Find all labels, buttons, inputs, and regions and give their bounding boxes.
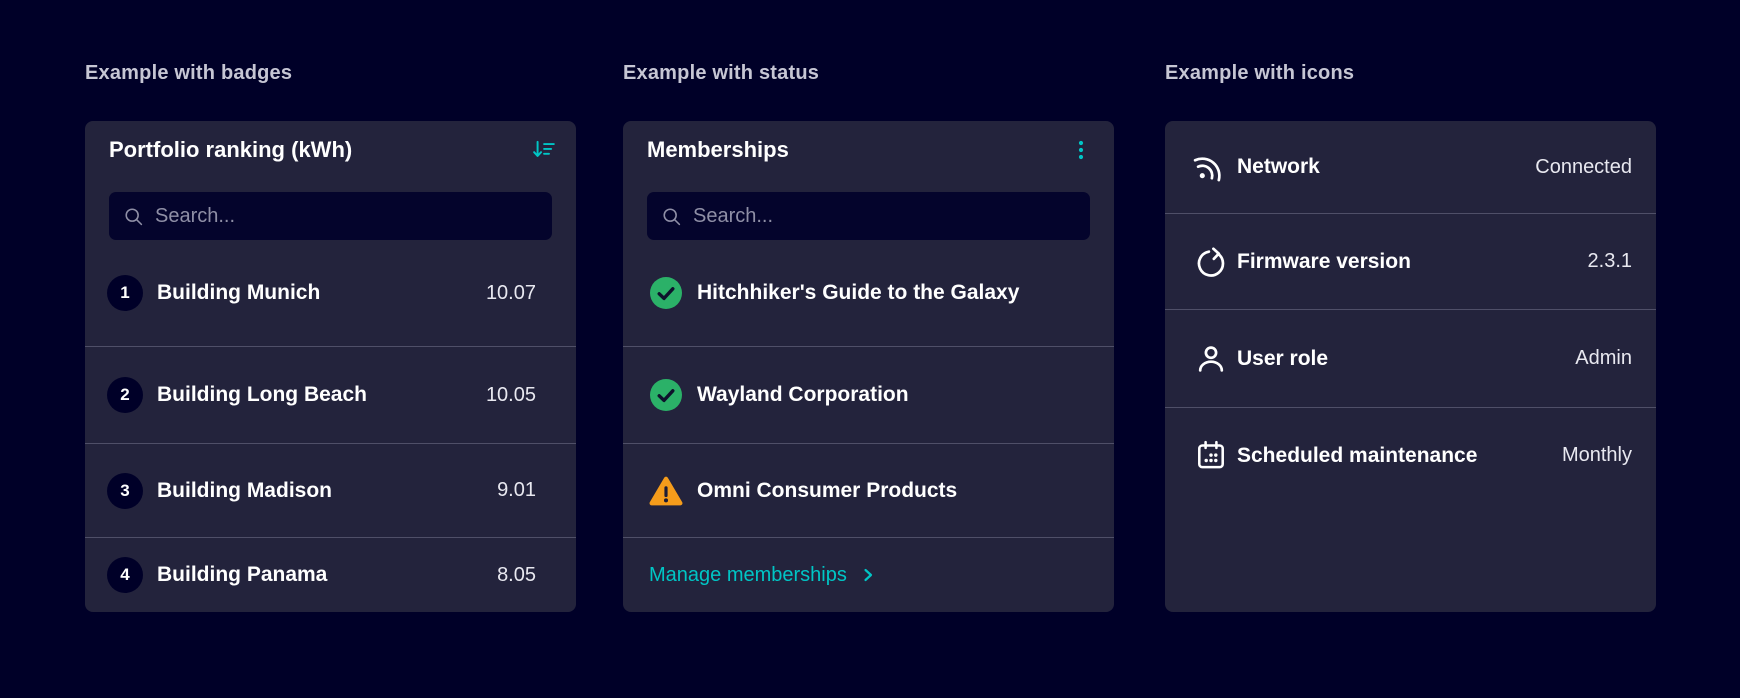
memberships-card: Memberships Search... Hitchhiker's Guide… bbox=[623, 121, 1114, 612]
user-icon bbox=[1193, 341, 1229, 377]
portfolio-ranking-card: Portfolio ranking (kWh) Search... 1 Buil… bbox=[85, 121, 576, 612]
item-label: User role bbox=[1237, 346, 1329, 370]
list-item[interactable]: 4 Building Panama 8.05 bbox=[85, 537, 576, 612]
firmware-icon bbox=[1193, 244, 1229, 280]
item-value: 10.07 bbox=[485, 281, 536, 304]
card-title: Portfolio ranking (kWh) bbox=[109, 137, 353, 162]
search-field bbox=[647, 192, 1090, 240]
kebab-menu-button[interactable] bbox=[1066, 135, 1096, 165]
card-empty-area bbox=[1165, 503, 1656, 612]
card-title: Memberships bbox=[647, 137, 789, 162]
list-item: Firmware version 2.3.1 bbox=[1165, 213, 1656, 309]
list-item[interactable]: Hitchhiker's Guide to the Galaxy bbox=[623, 240, 1114, 346]
item-value: Connected bbox=[1535, 155, 1632, 178]
ranking-list: 1 Building Munich 10.07 2 Building Long … bbox=[85, 240, 576, 612]
memberships-list: Hitchhiker's Guide to the Galaxy Wayland… bbox=[623, 240, 1114, 612]
network-icon bbox=[1193, 149, 1229, 185]
search-icon bbox=[123, 206, 144, 227]
item-label: Network bbox=[1237, 155, 1320, 178]
section-heading: Example with badges bbox=[85, 62, 293, 84]
item-label: Building Panama bbox=[157, 563, 328, 586]
item-label: Hitchhiker's Guide to the Galaxy bbox=[697, 281, 1020, 304]
rank-badge: 2 bbox=[107, 377, 143, 413]
info-list: Network Connected Firmware version 2.3.1 bbox=[1165, 121, 1656, 612]
list-item: Network Connected bbox=[1165, 121, 1656, 213]
item-value: Admin bbox=[1575, 347, 1632, 369]
section-icons: Example with icons Network Connected Fir… bbox=[1165, 0, 1656, 698]
section-heading: Example with status bbox=[623, 62, 820, 84]
kebab-menu-icon bbox=[1069, 138, 1093, 162]
item-value: 2.3.1 bbox=[1587, 250, 1632, 272]
list-item[interactable]: Omni Consumer Products bbox=[623, 443, 1114, 537]
item-label: Firmware version bbox=[1237, 249, 1411, 273]
item-value: 9.01 bbox=[497, 479, 536, 501]
check-circle-icon bbox=[649, 379, 683, 411]
calendar-icon bbox=[1193, 438, 1229, 474]
item-value: 8.05 bbox=[497, 563, 536, 586]
item-label: Building Madison bbox=[157, 478, 332, 502]
item-label: Wayland Corporation bbox=[697, 383, 909, 406]
sort-button[interactable] bbox=[528, 135, 558, 165]
search-input[interactable] bbox=[693, 204, 1076, 228]
rank-badge: 1 bbox=[107, 275, 143, 311]
chevron-right-icon bbox=[860, 567, 876, 583]
card-header: Memberships bbox=[623, 121, 1114, 179]
section-badges: Example with badges Portfolio ranking (k… bbox=[85, 0, 576, 698]
list-item: User role Admin bbox=[1165, 309, 1656, 407]
rank-badge: 4 bbox=[107, 557, 143, 593]
section-status: Example with status Memberships Search..… bbox=[623, 0, 1114, 698]
check-circle-icon bbox=[649, 277, 683, 309]
item-value: Monthly bbox=[1561, 444, 1632, 466]
item-label: Scheduled maintenance bbox=[1237, 443, 1478, 467]
section-heading: Example with icons bbox=[1165, 62, 1355, 84]
list-item[interactable]: 1 Building Munich 10.07 bbox=[85, 240, 576, 346]
item-label: Omni Consumer Products bbox=[697, 478, 958, 502]
page: Example with badges Portfolio ranking (k… bbox=[0, 0, 1740, 698]
list-item: Scheduled maintenance Monthly bbox=[1165, 407, 1656, 503]
item-label: Building Long Beach bbox=[157, 383, 367, 406]
list-item[interactable]: Wayland Corporation bbox=[623, 346, 1114, 443]
list-item[interactable]: 2 Building Long Beach 10.05 bbox=[85, 346, 576, 443]
manage-memberships-link[interactable]: Manage memberships bbox=[649, 564, 876, 587]
search-icon bbox=[661, 206, 682, 227]
item-value: 10.05 bbox=[485, 383, 536, 406]
device-info-card: Network Connected Firmware version 2.3.1 bbox=[1165, 121, 1656, 612]
item-label: Building Munich bbox=[157, 281, 321, 304]
card-header: Portfolio ranking (kWh) bbox=[85, 121, 576, 179]
link-label: Manage memberships bbox=[649, 563, 847, 586]
search-input[interactable] bbox=[155, 204, 538, 228]
list-item[interactable]: 3 Building Madison 9.01 bbox=[85, 443, 576, 537]
search-field bbox=[109, 192, 552, 240]
rank-badge: 3 bbox=[107, 472, 143, 509]
sort-descending-icon bbox=[530, 137, 556, 163]
card-footer: Manage memberships bbox=[623, 537, 1114, 612]
warning-triangle-icon bbox=[649, 474, 683, 508]
